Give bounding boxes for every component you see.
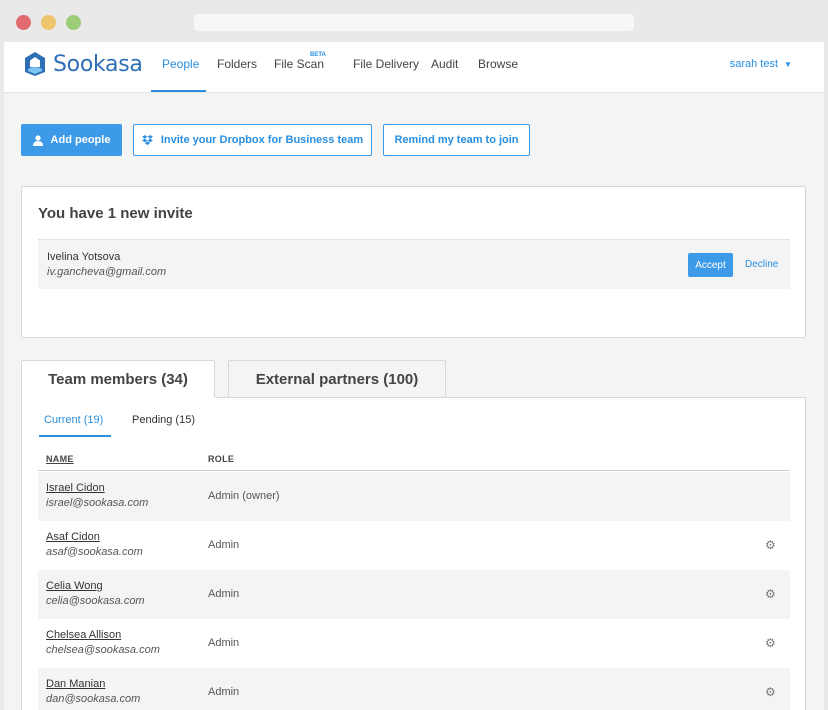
member-email: israel@sookasa.com <box>46 497 149 509</box>
nav-audit[interactable]: Audit <box>431 57 458 71</box>
table-row: Celia Wong celia@sookasa.com Admin ⚙ <box>38 570 790 619</box>
members-panel: Current (19) Pending (15) NAME ROLE Isra… <box>21 397 806 710</box>
member-email: asaf@sookasa.com <box>46 546 143 558</box>
invite-dropbox-button[interactable]: Invite your Dropbox for Business team <box>133 124 372 156</box>
house-logo-icon <box>25 52 45 76</box>
user-name: sarah test <box>729 58 779 70</box>
address-bar[interactable] <box>194 14 634 31</box>
subtab-current[interactable]: Current (19) <box>44 414 103 426</box>
member-role: Admin (owner) <box>208 490 280 502</box>
invite-email: iv.gancheva@gmail.com <box>47 266 167 278</box>
brand-name: Sookasa <box>53 51 143 77</box>
nav-folders[interactable]: Folders <box>217 57 257 71</box>
member-role: Admin <box>208 686 240 698</box>
add-people-label: Add people <box>50 134 111 146</box>
dropbox-icon <box>141 135 153 145</box>
invite-dropbox-label: Invite your Dropbox for Business team <box>160 134 364 146</box>
member-name[interactable]: Asaf Cidon <box>46 531 100 543</box>
invite-row: Ivelina Yotsova iv.gancheva@gmail.com Ac… <box>38 239 790 289</box>
app-content: Sookasa People Folders File Scan BETA Fi… <box>4 42 824 710</box>
member-role: Admin <box>208 539 240 551</box>
table-row: Asaf Cidon asaf@sookasa.com Admin ⚙ <box>38 521 790 570</box>
nav-people[interactable]: People <box>162 57 199 71</box>
invite-card: You have 1 new invite Ivelina Yotsova iv… <box>21 186 806 338</box>
browser-window: Sookasa People Folders File Scan BETA Fi… <box>0 0 828 710</box>
close-window-button[interactable] <box>16 15 31 30</box>
subtab-pending[interactable]: Pending (15) <box>132 414 195 426</box>
add-people-button[interactable]: Add people <box>21 124 122 156</box>
nav-file-scan[interactable]: File Scan <box>274 57 324 71</box>
gear-icon[interactable]: ⚙ <box>765 538 776 552</box>
caret-down-icon: ▼ <box>784 60 792 69</box>
member-email: dan@sookasa.com <box>46 693 141 705</box>
nav-browse[interactable]: Browse <box>478 57 518 71</box>
table-row: Chelsea Allison chelsea@sookasa.com Admi… <box>38 619 790 668</box>
member-role: Admin <box>208 588 240 600</box>
user-menu[interactable]: sarah test ▼ <box>730 58 792 70</box>
table-row: Israel Cidon israel@sookasa.com Admin (o… <box>38 472 790 521</box>
active-nav-indicator <box>151 90 206 92</box>
user-icon <box>32 134 43 146</box>
gear-icon[interactable]: ⚙ <box>765 685 776 699</box>
gear-icon[interactable]: ⚙ <box>765 587 776 601</box>
active-tab-join <box>22 397 215 399</box>
accept-button[interactable]: Accept <box>688 253 733 277</box>
beta-badge: BETA <box>310 52 326 58</box>
tab-team-members[interactable]: Team members (34) <box>21 360 215 398</box>
active-subtab-indicator <box>39 435 111 437</box>
member-role: Admin <box>208 637 240 649</box>
column-header-role: ROLE <box>208 454 235 464</box>
decline-link[interactable]: Decline <box>745 259 778 270</box>
remind-team-button[interactable]: Remind my team to join <box>383 124 530 156</box>
browser-titlebar <box>0 0 828 42</box>
member-name[interactable]: Chelsea Allison <box>46 629 121 641</box>
maximize-window-button[interactable] <box>66 15 81 30</box>
invite-name: Ivelina Yotsova <box>47 251 121 263</box>
gear-icon[interactable]: ⚙ <box>765 636 776 650</box>
nav-file-delivery[interactable]: File Delivery <box>353 57 419 71</box>
member-name[interactable]: Israel Cidon <box>46 482 105 494</box>
member-email: chelsea@sookasa.com <box>46 644 160 656</box>
column-header-name[interactable]: NAME <box>46 454 74 464</box>
invite-title: You have 1 new invite <box>38 205 193 222</box>
member-name[interactable]: Celia Wong <box>46 580 103 592</box>
top-navbar: Sookasa People Folders File Scan BETA Fi… <box>4 42 824 93</box>
member-name[interactable]: Dan Manian <box>46 678 105 690</box>
tab-external-partners[interactable]: External partners (100) <box>228 360 446 397</box>
remind-team-label: Remind my team to join <box>394 134 519 146</box>
header-divider <box>38 470 790 471</box>
minimize-window-button[interactable] <box>41 15 56 30</box>
brand-logo[interactable]: Sookasa <box>24 51 143 77</box>
table-row: Dan Manian dan@sookasa.com Admin ⚙ <box>38 668 790 710</box>
member-email: celia@sookasa.com <box>46 595 145 607</box>
